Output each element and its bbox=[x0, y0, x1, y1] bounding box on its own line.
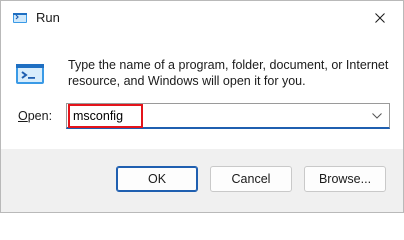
browse-button[interactable]: Browse... bbox=[304, 166, 386, 192]
open-label-text: pen: bbox=[27, 109, 53, 123]
open-input[interactable] bbox=[73, 107, 363, 125]
open-label-accelerator: O bbox=[18, 109, 28, 123]
open-combobox[interactable] bbox=[66, 103, 390, 129]
dropdown-button[interactable] bbox=[369, 108, 385, 124]
window-title: Run bbox=[36, 10, 60, 25]
dialog-body: Type the name of a program, folder, docu… bbox=[1, 35, 403, 149]
chevron-down-icon bbox=[372, 113, 382, 119]
ok-button[interactable]: OK bbox=[116, 166, 198, 192]
close-icon bbox=[375, 13, 385, 23]
run-app-icon bbox=[13, 13, 27, 23]
cancel-button[interactable]: Cancel bbox=[210, 166, 292, 192]
run-app-icon bbox=[16, 64, 44, 84]
close-button[interactable] bbox=[357, 1, 403, 35]
open-label: Open: bbox=[18, 108, 52, 124]
dialog-description: Type the name of a program, folder, docu… bbox=[68, 58, 389, 88]
button-bar: OK Cancel Browse... bbox=[1, 149, 403, 212]
title-bar[interactable]: Run bbox=[1, 1, 403, 35]
run-dialog: Run Type the name of a program, folder, … bbox=[0, 0, 404, 213]
